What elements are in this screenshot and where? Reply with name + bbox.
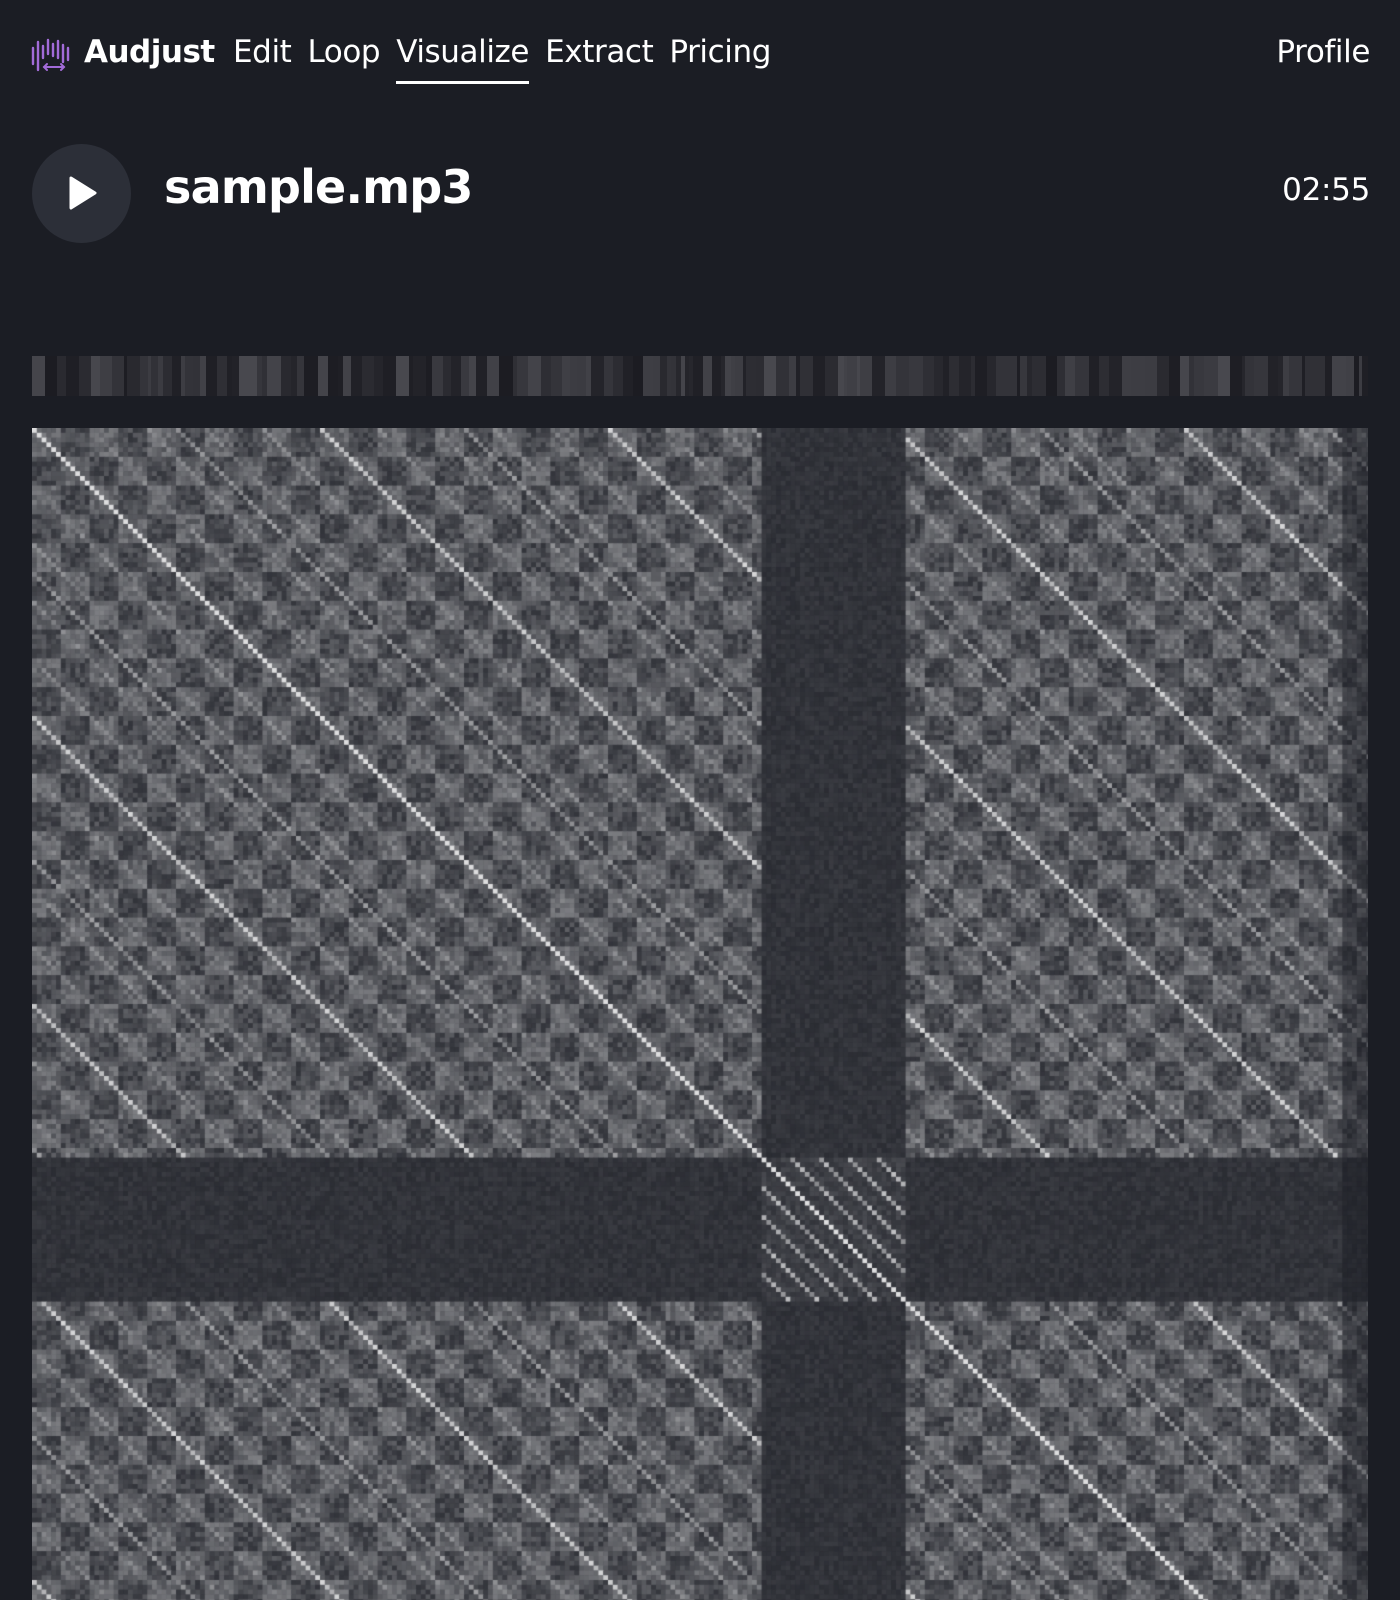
- nav-item-pricing[interactable]: Pricing: [661, 34, 779, 86]
- waveform-arrows-icon[interactable]: [30, 38, 70, 74]
- self-similarity-matrix[interactable]: [32, 428, 1368, 1600]
- top-nav: Audjust Edit Loop Visualize Extract Pric…: [0, 0, 1400, 115]
- nav-item-loop[interactable]: Loop: [299, 34, 388, 86]
- nav-item-extract[interactable]: Extract: [537, 34, 661, 86]
- play-icon: [69, 176, 97, 210]
- brand-name[interactable]: Audjust: [84, 34, 215, 70]
- track-duration: 02:55: [1282, 172, 1370, 208]
- file-name: sample.mp3: [164, 160, 473, 214]
- waveform[interactable]: [32, 262, 1368, 336]
- segment-strip[interactable]: [32, 356, 1368, 396]
- player-header: sample.mp3 02:55: [0, 140, 1400, 245]
- profile-link[interactable]: Profile: [1276, 34, 1370, 70]
- nav-item-edit[interactable]: Edit: [225, 34, 299, 86]
- play-button[interactable]: [32, 144, 131, 243]
- main-nav: Edit Loop Visualize Extract Pricing: [225, 34, 779, 86]
- nav-item-visualize[interactable]: Visualize: [388, 34, 537, 86]
